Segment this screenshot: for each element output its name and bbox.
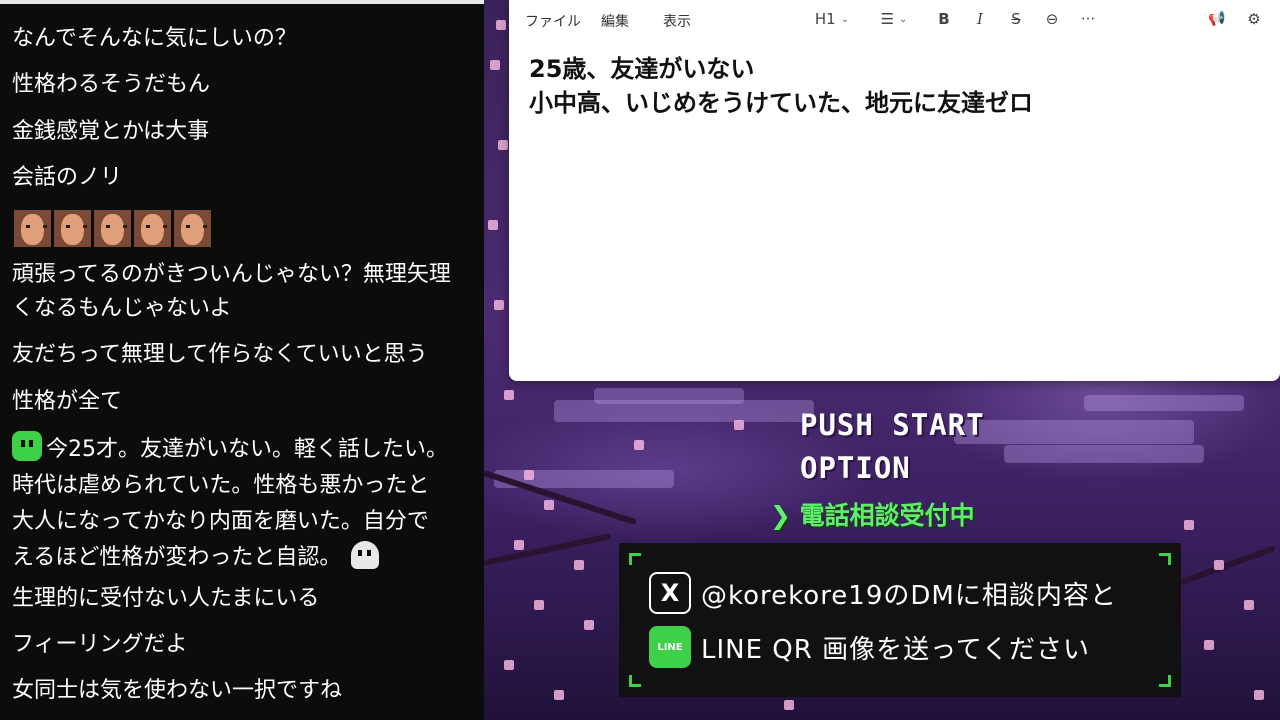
chat-message: 生理的に受付ない人たまにいる — [12, 582, 484, 616]
more-options-button[interactable]: ··· — [1077, 8, 1099, 30]
petal — [734, 420, 744, 430]
petal — [494, 300, 504, 310]
chat-message-text: 生理的に受付ない人たまにいる — [12, 586, 320, 611]
corner-bracket — [1159, 553, 1171, 565]
face-emote — [14, 210, 51, 247]
option-label: OPTION — [800, 451, 911, 485]
settings-icon[interactable]: ⚙ — [1243, 8, 1265, 30]
face-emote — [134, 210, 171, 247]
petal — [554, 690, 564, 700]
chat-message-line: 時代は虐められていた。性格も悪かったと — [12, 473, 430, 498]
chat-message: フィーリングだよ — [12, 628, 484, 662]
petal — [524, 470, 534, 480]
link-icon[interactable]: ⊖ — [1041, 8, 1063, 30]
chat-message: 性格が全て — [12, 385, 484, 419]
cloud-shape — [1084, 395, 1244, 411]
tree-branch — [484, 533, 612, 566]
note-line: 小中高、いじめをうけていた、地元に友達ゼロ — [529, 89, 1033, 117]
chat-message-line: 頑張ってるのがきついんじゃない？無理矢理 — [12, 262, 451, 287]
heading-label: H1 — [814, 10, 836, 28]
notes-toolbar: ファイル 編集 表示 H1 ⌄ ☰ ⌄ B I S ⊖ ··· 📢 ⚙ — [509, 0, 1280, 38]
announce-icon[interactable]: 📢 — [1206, 8, 1228, 30]
chat-message-text: フィーリングだよ — [12, 632, 188, 657]
face-emote — [174, 210, 211, 247]
chat-message-text: 会話のノリ — [12, 165, 123, 190]
menu-edit[interactable]: 編集 — [601, 11, 629, 31]
notes-editor[interactable]: 25歳、友達がいない 小中高、いじめをうけていた、地元に友達ゼロ — [529, 52, 1033, 120]
petal — [1184, 520, 1194, 530]
push-start-label: PUSH START — [800, 408, 985, 442]
petal — [534, 600, 544, 610]
phone-consultation-label: ❯ 電話相談受付中 — [770, 496, 975, 532]
chat-message-text: 女同士は気を使わない一択ですね — [12, 678, 343, 703]
line-contact-text: LINE QR 画像を送ってください — [701, 634, 1091, 665]
x-contact-text: @korekore19のDMに相談内容と — [701, 580, 1117, 611]
chevron-down-icon: ⌄ — [840, 13, 850, 25]
chat-message-line: くなるもんじゃないよ — [12, 296, 232, 321]
chat-message-text: 性格が全て — [12, 389, 123, 414]
petal — [784, 700, 794, 710]
list-dropdown[interactable]: ☰ ⌄ — [873, 8, 915, 30]
menu-file[interactable]: ファイル — [525, 11, 581, 31]
chat-message: 今25才。友達がいない。軽く話したい。 時代は虐められていた。性格も悪かったと … — [12, 431, 484, 576]
phone-consultation-text: 電話相談受付中 — [799, 501, 975, 530]
petal — [1244, 600, 1254, 610]
petal — [490, 60, 500, 70]
petal — [514, 540, 524, 550]
strikethrough-button[interactable]: S — [1006, 8, 1026, 30]
x-logo-icon: X — [649, 572, 691, 614]
petal — [504, 660, 514, 670]
chat-message: 友だちって無理して作らなくていいと思う — [12, 338, 484, 372]
italic-button[interactable]: I — [970, 8, 990, 30]
ghost-emote-icon — [351, 541, 380, 569]
contact-row-line: LINE LINE QR 画像を送ってください — [649, 626, 1090, 668]
contact-row-x: X @korekore19のDMに相談内容と — [649, 572, 1117, 614]
chat-message-line: えるほど性格が変わったと自認。 — [12, 545, 342, 570]
petal — [1254, 690, 1264, 700]
chat-message-line: 大人になってかなり内面を磨いた。自分で — [12, 509, 429, 534]
face-emote-row — [14, 210, 211, 247]
notes-window: ファイル 編集 表示 H1 ⌄ ☰ ⌄ B I S ⊖ ··· 📢 ⚙ 25歳、… — [509, 0, 1280, 381]
heading-dropdown[interactable]: H1 ⌄ — [811, 8, 853, 30]
line-logo-icon: LINE — [649, 626, 691, 668]
cursor-arrow-icon: ❯ — [770, 501, 791, 530]
note-line: 25歳、友達がいない — [529, 55, 755, 83]
chat-message: 頑張ってるのがきついんじゃない？無理矢理 くなるもんじゃないよ — [12, 258, 484, 326]
cloud-shape — [1004, 445, 1204, 463]
menu-view[interactable]: 表示 — [663, 11, 691, 31]
petal — [1214, 560, 1224, 570]
chat-message: 金銭感覚とかは大事 — [12, 115, 484, 149]
chat-panel: なんでそんなに気にしいの？ 性格わるそうだもん 金銭感覚とかは大事 会話のノリ … — [0, 0, 484, 720]
corner-bracket — [629, 675, 641, 687]
chat-message: 性格わるそうだもん — [12, 68, 484, 102]
cloud-shape — [954, 420, 1194, 444]
contact-box: X @korekore19のDMに相談内容と LINE LINE QR 画像を送… — [619, 543, 1181, 697]
petal — [504, 390, 514, 400]
petal — [574, 560, 584, 570]
chat-message: 会話のノリ — [12, 161, 484, 195]
petal — [584, 620, 594, 630]
chat-message-text: なんでそんなに気にしいの？ — [12, 26, 297, 51]
petal — [488, 220, 498, 230]
petal — [544, 500, 554, 510]
list-icon: ☰ — [880, 10, 895, 28]
chat-message: なんでそんなに気にしいの？ — [12, 22, 484, 56]
chat-message-text: 性格わるそうだもん — [12, 72, 211, 97]
chat-message-text: 友だちって無理して作らなくていいと思う — [12, 342, 428, 367]
bold-button[interactable]: B — [934, 8, 954, 30]
face-emote — [54, 210, 91, 247]
corner-bracket — [1159, 675, 1171, 687]
chat-message-text: 金銭感覚とかは大事 — [12, 119, 210, 144]
chevron-down-icon: ⌄ — [899, 13, 908, 25]
green-emote-icon — [12, 431, 42, 461]
petal — [498, 140, 508, 150]
chat-message-line: 今25才。友達がいない。軽く話したい。 — [46, 437, 448, 462]
cloud-shape — [594, 388, 744, 404]
petal — [634, 440, 644, 450]
face-emote — [94, 210, 131, 247]
chat-message: 女同士は気を使わない一択ですね — [12, 674, 484, 708]
petal — [496, 20, 506, 30]
corner-bracket — [629, 553, 641, 565]
petal — [1204, 640, 1214, 650]
